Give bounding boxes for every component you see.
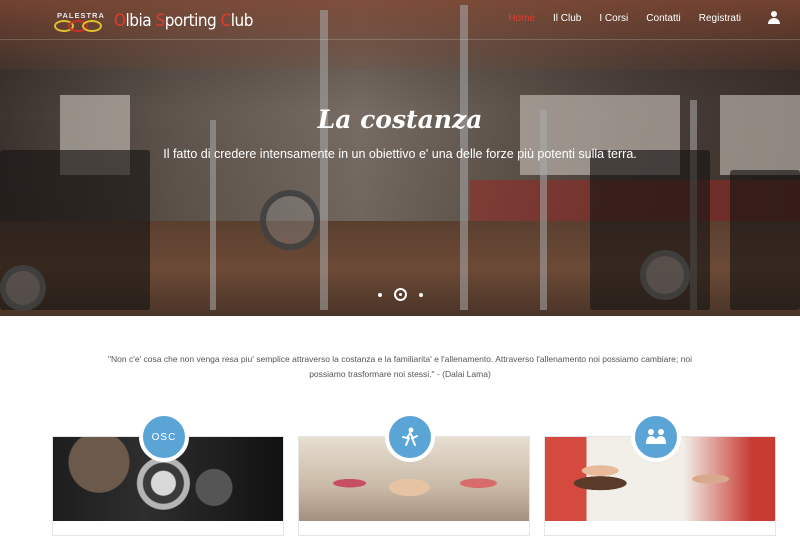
quote-text: "Non c'e' cosa che non venga resa piu' s… xyxy=(108,354,692,379)
nav-item-contatti[interactable]: Contatti xyxy=(637,12,689,26)
slider-dots xyxy=(0,288,800,301)
nav-item-home[interactable]: Home xyxy=(499,12,544,26)
brand-tagline: PALESTRA xyxy=(57,11,105,20)
brand-logo[interactable]: PALESTRA Olbia Sporting Club xyxy=(54,11,253,35)
hero-bg-plate xyxy=(260,190,320,250)
top-navbar: PALESTRA Olbia Sporting Club Home Il Clu… xyxy=(0,0,800,40)
main-menu: Home Il Club I Corsi Contatti Registrati xyxy=(499,12,750,26)
group-people-icon-svg xyxy=(646,429,666,444)
osc-badge-icon: OSC xyxy=(139,412,189,462)
slider-dot-active[interactable] xyxy=(393,288,407,301)
slider-dot[interactable] xyxy=(377,292,382,297)
slider-dot[interactable] xyxy=(418,292,423,297)
nav-item-i-corsi[interactable]: I Corsi xyxy=(590,12,637,26)
rings-icon xyxy=(54,20,112,34)
nav-item-registrati[interactable]: Registrati xyxy=(690,12,750,26)
nav-item-il-club[interactable]: Il Club xyxy=(544,12,590,26)
hero-bg-rack xyxy=(540,110,547,310)
brand-name: Olbia Sporting Club xyxy=(114,11,253,31)
hero-slider: PALESTRA Olbia Sporting Club Home Il Clu… xyxy=(0,0,800,316)
hero-title: La costanza xyxy=(317,105,483,134)
hero-subtitle: Il fatto di credere intensamente in un o… xyxy=(163,147,637,161)
dancer-icon xyxy=(385,412,435,462)
group-people-icon xyxy=(631,412,681,462)
dancer-icon-svg xyxy=(402,427,418,446)
badge-label: OSC xyxy=(151,431,177,443)
user-icon[interactable] xyxy=(768,11,780,24)
